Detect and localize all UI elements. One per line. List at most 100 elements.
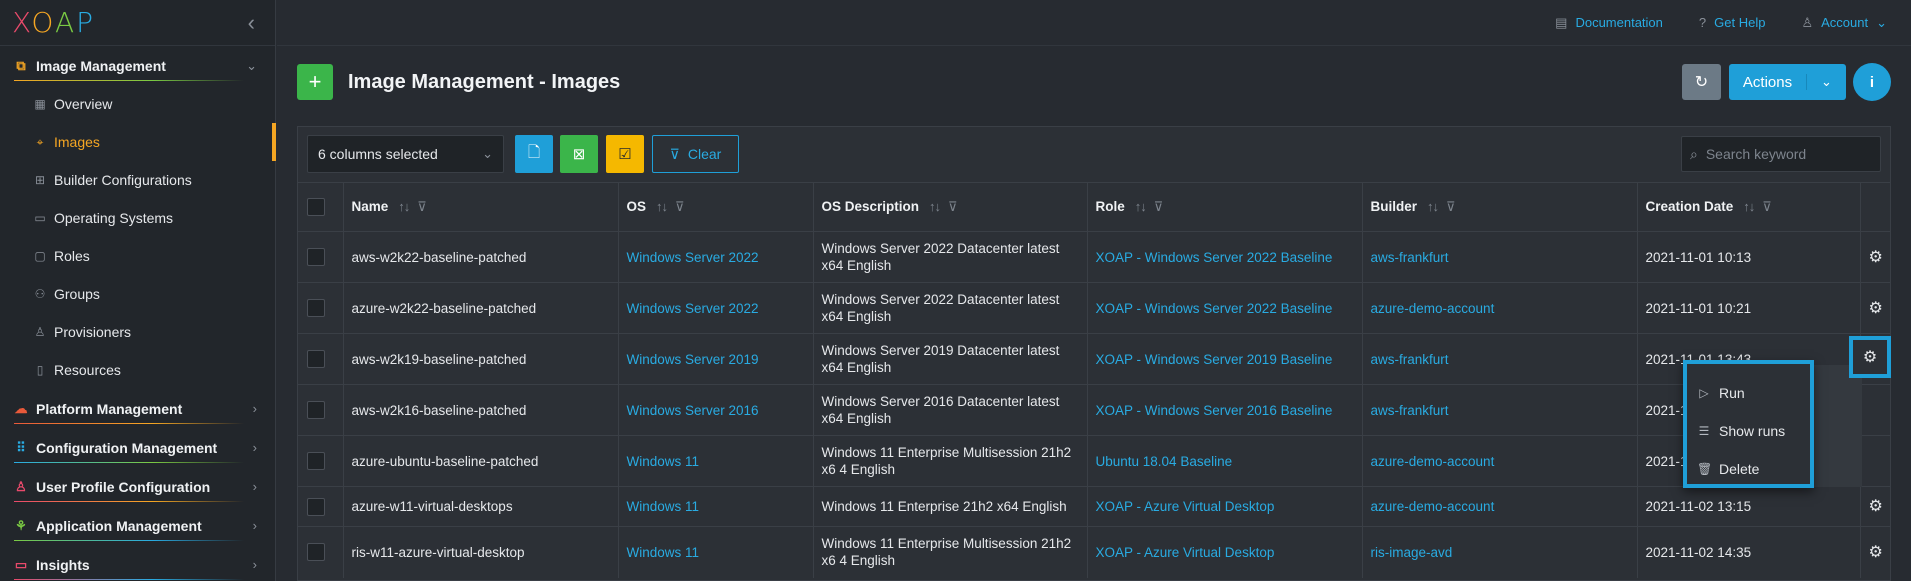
- sort-icon[interactable]: ↑↓: [1743, 199, 1755, 214]
- search-input[interactable]: [1705, 146, 1866, 162]
- cell-os-description: Windows Server 2019 Datacenter latest x6…: [813, 333, 1088, 385]
- sidebar-item-overview[interactable]: ▦ Overview: [0, 85, 275, 123]
- cell-role-link[interactable]: XOAP - Windows Server 2019 Baseline: [1087, 333, 1363, 385]
- cell-builder-link[interactable]: ris-image-avd: [1362, 526, 1638, 578]
- cell-role-link[interactable]: XOAP - Windows Server 2022 Baseline: [1087, 282, 1363, 334]
- row-checkbox[interactable]: [307, 543, 325, 562]
- cell-creation-date: 2021-11-01 10:21: [1637, 282, 1861, 334]
- cell-role-link[interactable]: XOAP - Windows Server 2022 Baseline: [1087, 231, 1363, 283]
- column-header-name[interactable]: Name ↑↓ ⊽: [343, 182, 619, 232]
- add-image-button[interactable]: +: [297, 64, 333, 100]
- actions-button[interactable]: Actions ⌄: [1729, 64, 1846, 100]
- column-header-role[interactable]: Role ↑↓ ⊽: [1087, 182, 1363, 232]
- cell-name: aws-w2k22-baseline-patched: [343, 231, 619, 283]
- cell-creation-date: 2021-11-01 10:13: [1637, 231, 1861, 283]
- monitor-icon: ▭: [34, 211, 46, 225]
- account-menu[interactable]: ♙ Account ⌄: [1801, 15, 1887, 31]
- select-all-checkbox[interactable]: [307, 198, 325, 216]
- gear-icon[interactable]: ⚙: [1860, 486, 1890, 527]
- get-help-link[interactable]: ? Get Help: [1699, 15, 1766, 30]
- row-checkbox[interactable]: [307, 350, 325, 368]
- cell-role-link[interactable]: XOAP - Azure Virtual Desktop: [1087, 486, 1363, 527]
- cell-name: aws-w2k19-baseline-patched: [343, 333, 619, 385]
- gear-icon[interactable]: ⚙: [1860, 231, 1890, 283]
- filter-icon[interactable]: ⊽: [948, 199, 958, 214]
- sidebar-section-insights[interactable]: ▭ Insights ›: [0, 545, 275, 581]
- play-icon: ▷: [1699, 386, 1709, 400]
- checkbox-icon: ☑: [618, 146, 632, 163]
- grid-icon: ⠿: [16, 439, 26, 455]
- sort-icon[interactable]: ↑↓: [398, 199, 410, 214]
- cell-builder-link[interactable]: aws-frankfurt: [1362, 231, 1638, 283]
- sort-icon[interactable]: ↑↓: [1427, 199, 1439, 214]
- filter-icon[interactable]: ⊽: [1154, 199, 1164, 214]
- filter-icon[interactable]: ⊽: [675, 199, 685, 214]
- column-header-builder[interactable]: Builder ↑↓ ⊽: [1362, 182, 1638, 232]
- gear-icon[interactable]: ⚙: [1860, 282, 1890, 334]
- sidebar-section-user-profile-configuration[interactable]: ♙ User Profile Configuration ›: [0, 467, 275, 506]
- sort-icon[interactable]: ↑↓: [656, 199, 668, 214]
- column-header-os[interactable]: OS ↑↓ ⊽: [618, 182, 814, 232]
- cell-builder-link[interactable]: aws-frankfurt: [1362, 333, 1638, 385]
- sidebar-item-groups[interactable]: ⚇ Groups: [0, 275, 275, 313]
- cell-role-link[interactable]: XOAP - Windows Server 2016 Baseline: [1087, 384, 1363, 436]
- chevron-right-icon: ›: [252, 479, 257, 494]
- menu-item-run[interactable]: ▷ Run: [1687, 374, 1810, 412]
- xoap-logo[interactable]: XOAP: [12, 6, 95, 39]
- chevron-down-icon: ⌄: [246, 57, 257, 73]
- export-csv-button[interactable]: 🗋: [515, 135, 553, 173]
- menu-item-delete[interactable]: 🗑 Delete: [1687, 450, 1810, 488]
- sidebar-section-platform-management[interactable]: ☁ Platform Management ›: [0, 389, 275, 428]
- select-button[interactable]: ☑: [606, 135, 644, 173]
- table-row: aws-w2k22-baseline-patched Windows Serve…: [298, 231, 1890, 283]
- cell-builder-link[interactable]: azure-demo-account: [1362, 435, 1638, 487]
- sidebar-item-images[interactable]: ⌖ Images: [0, 123, 276, 161]
- column-header-creation-date[interactable]: Creation Date ↑↓ ⊽: [1637, 182, 1861, 232]
- cell-os-link[interactable]: Windows 11: [618, 435, 814, 487]
- table-row: azure-w2k22-baseline-patched Windows Ser…: [298, 282, 1890, 334]
- cell-builder-link[interactable]: aws-frankfurt: [1362, 384, 1638, 436]
- cell-role-link[interactable]: XOAP - Azure Virtual Desktop: [1087, 526, 1363, 578]
- gear-icon[interactable]: ⚙: [1860, 526, 1890, 578]
- refresh-button[interactable]: ↻: [1682, 64, 1721, 100]
- cell-builder-link[interactable]: azure-demo-account: [1362, 282, 1638, 334]
- monitor-icon: ▭: [14, 556, 28, 572]
- sidebar-item-builder-configurations[interactable]: ⊞ Builder Configurations: [0, 161, 275, 199]
- row-checkbox[interactable]: [307, 248, 325, 266]
- cell-os-link[interactable]: Windows Server 2019: [618, 333, 814, 385]
- sidebar-item-roles[interactable]: ▢ Roles: [0, 237, 275, 275]
- menu-item-show-runs[interactable]: ☰ Show runs: [1687, 412, 1810, 450]
- sidebar-section-application-management[interactable]: ⚘ Application Management ›: [0, 506, 275, 545]
- sidebar-item-operating-systems[interactable]: ▭ Operating Systems: [0, 199, 275, 237]
- cell-builder-link[interactable]: azure-demo-account: [1362, 486, 1638, 527]
- sidebar-item-resources[interactable]: ▯ Resources: [0, 351, 275, 389]
- column-selector[interactable]: 6 columns selected ⌄: [307, 135, 504, 173]
- chevron-down-icon[interactable]: ⌄: [1806, 74, 1846, 90]
- cell-os-link[interactable]: Windows 11: [618, 486, 814, 527]
- documentation-link[interactable]: ▤ Documentation: [1555, 15, 1663, 31]
- cell-role-link[interactable]: Ubuntu 18.04 Baseline: [1087, 435, 1363, 487]
- cell-os-link[interactable]: Windows Server 2022: [618, 282, 814, 334]
- cell-os-link[interactable]: Windows 11: [618, 526, 814, 578]
- export-excel-button[interactable]: ⊠: [560, 135, 598, 173]
- sort-icon[interactable]: ↑↓: [929, 199, 941, 214]
- sort-icon[interactable]: ↑↓: [1135, 199, 1147, 214]
- row-checkbox[interactable]: [307, 299, 325, 317]
- filter-icon[interactable]: ⊽: [417, 199, 427, 214]
- sidebar-section-image-management[interactable]: ⧉ Image Management ⌄: [0, 46, 275, 85]
- cell-os-link[interactable]: Windows Server 2016: [618, 384, 814, 436]
- filter-icon[interactable]: ⊽: [1762, 199, 1772, 214]
- book-icon: ▤: [1555, 14, 1568, 30]
- chevron-left-icon[interactable]: ‹: [248, 10, 255, 36]
- info-button[interactable]: i: [1853, 63, 1891, 101]
- filter-icon[interactable]: ⊽: [1446, 199, 1456, 214]
- row-checkbox[interactable]: [307, 452, 325, 470]
- sidebar-section-configuration-management[interactable]: ⠿ Configuration Management ›: [0, 428, 275, 467]
- row-checkbox[interactable]: [307, 497, 325, 516]
- sidebar-item-provisioners[interactable]: ♙ Provisioners: [0, 313, 275, 351]
- column-header-os-description[interactable]: OS Description ↑↓ ⊽: [813, 182, 1088, 232]
- row-checkbox[interactable]: [307, 401, 325, 419]
- cell-os-link[interactable]: Windows Server 2022: [618, 231, 814, 283]
- clear-filters-button[interactable]: ⊽ Clear: [652, 135, 739, 173]
- row-actions-gear-button[interactable]: ⚙: [1849, 336, 1891, 378]
